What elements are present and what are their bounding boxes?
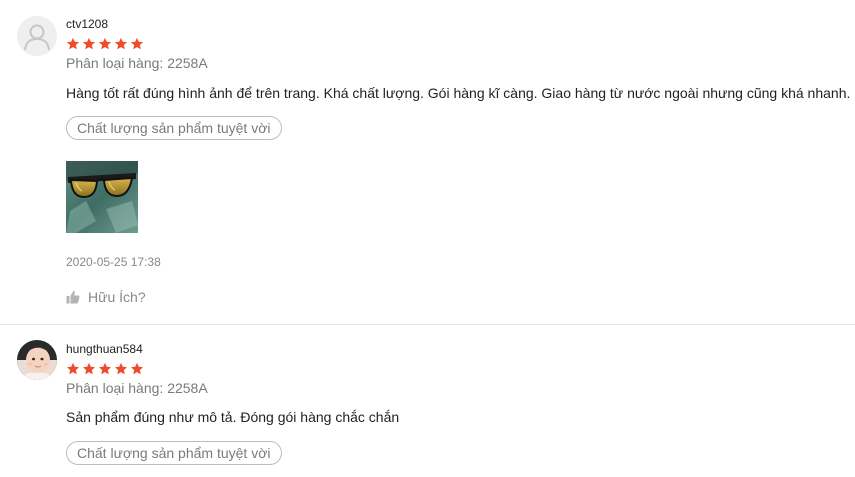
star-icon (98, 362, 112, 375)
default-user-icon (17, 16, 57, 56)
thumbs-up-icon (66, 290, 80, 304)
review-username[interactable]: hungthuan584 (66, 342, 143, 356)
review-tag[interactable]: Chất lượng sản phẩm tuyệt vời (66, 116, 282, 140)
star-icon (114, 362, 128, 375)
star-icon (82, 37, 96, 50)
star-icon (114, 37, 128, 50)
user-avatar[interactable] (17, 340, 57, 380)
review-tag[interactable]: Chất lượng sản phẩm tuyệt vời (66, 441, 282, 465)
star-icon (130, 362, 144, 375)
helpful-button[interactable]: Hữu Ích? (66, 289, 146, 305)
product-variation: Phân loại hàng: 2258A (66, 380, 208, 396)
helpful-label: Hữu Ích? (88, 289, 146, 305)
review-item: ctv1208 Phân loại hàng: 2258A Hàng tốt r… (0, 0, 855, 325)
sunglasses-photo (66, 161, 138, 233)
review-comment: Sản phẩm đúng như mô tả. Đóng gói hàng c… (66, 409, 400, 425)
rating-stars (66, 37, 144, 51)
star-icon (66, 362, 80, 375)
user-avatar[interactable] (17, 16, 57, 56)
star-icon (130, 37, 144, 50)
rating-stars (66, 362, 144, 376)
review-photo[interactable] (66, 161, 138, 233)
star-icon (66, 37, 80, 50)
product-variation: Phân loại hàng: 2258A (66, 55, 208, 71)
review-item: hungthuan584 Phân loại hàng: 2258A Sản p… (0, 325, 855, 477)
star-icon (82, 362, 96, 375)
user-photo-avatar (17, 340, 57, 380)
review-comment: Hàng tốt rất đúng hình ảnh để trên trang… (66, 85, 851, 101)
review-timestamp: 2020-05-25 17:38 (66, 255, 161, 269)
review-username[interactable]: ctv1208 (66, 17, 108, 31)
star-icon (98, 37, 112, 50)
